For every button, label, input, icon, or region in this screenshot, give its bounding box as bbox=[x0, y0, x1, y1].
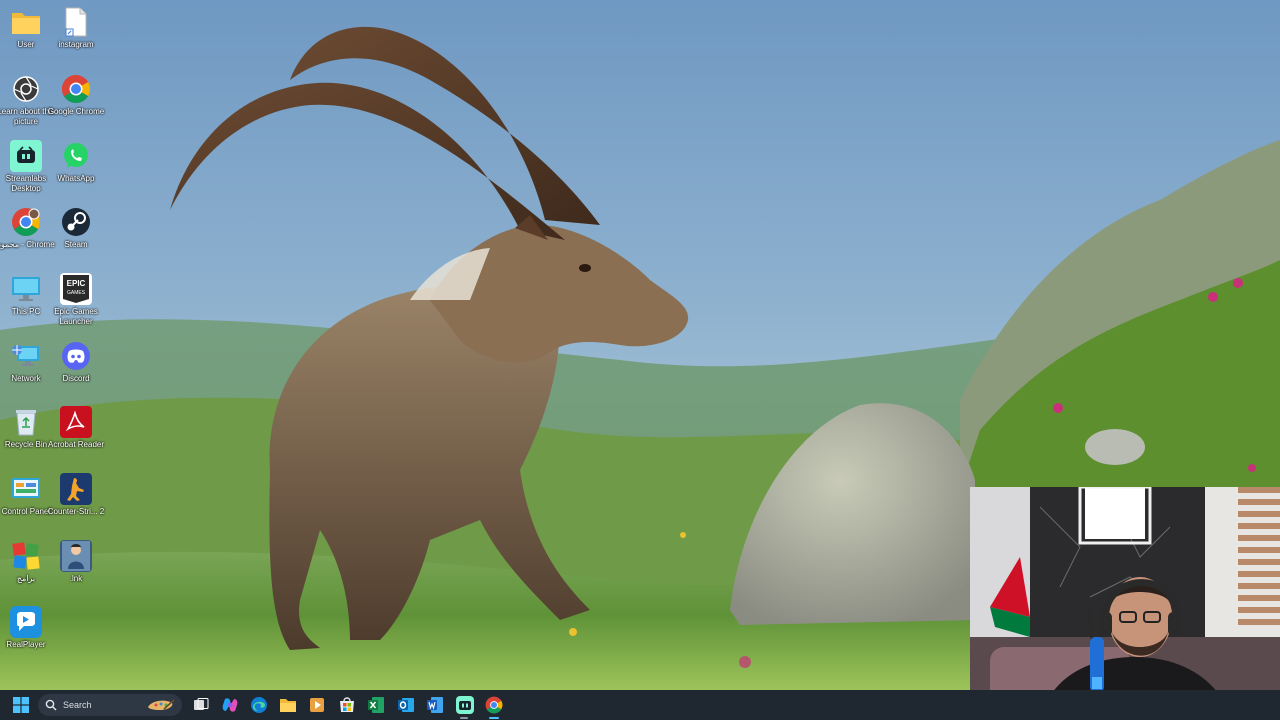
excel-button[interactable] bbox=[366, 695, 386, 715]
desktop-icon-instagram[interactable]: instagram bbox=[50, 6, 102, 50]
desktop-icon-recycle-bin[interactable]: Recycle Bin bbox=[0, 406, 52, 450]
desktop-icon-counter-strike[interactable]: Counter-Stri... 2 bbox=[48, 473, 104, 517]
monitor-icon bbox=[10, 273, 42, 305]
svg-text:GAMES: GAMES bbox=[67, 290, 86, 296]
copilot-icon bbox=[222, 698, 238, 712]
desktop-icon-steam[interactable]: Steam bbox=[50, 206, 102, 250]
outlook-icon bbox=[398, 698, 414, 712]
media-player-button[interactable] bbox=[307, 695, 327, 715]
streamlabs-icon bbox=[456, 696, 474, 714]
store-button[interactable] bbox=[337, 695, 357, 715]
desktop-icon-label: Acrobat Reader bbox=[47, 440, 105, 449]
word-icon bbox=[427, 697, 443, 713]
edge-button[interactable] bbox=[249, 695, 269, 715]
desktop-icon-label: Counter-Stri... 2 bbox=[47, 507, 105, 516]
outlook-button[interactable] bbox=[396, 695, 416, 715]
svg-text:EPIC: EPIC bbox=[67, 279, 86, 288]
whatsapp-icon bbox=[60, 140, 92, 172]
desktop-icon-whatsapp[interactable]: WhatsApp bbox=[50, 140, 102, 184]
desktop-icon-google-chrome[interactable]: Google Chrome bbox=[48, 73, 104, 117]
desktop-icon-control-panel[interactable]: Control Panel bbox=[0, 473, 52, 517]
control-panel-icon bbox=[10, 473, 42, 505]
acrobat-icon bbox=[60, 406, 92, 438]
network-icon bbox=[10, 340, 42, 372]
search-icon bbox=[45, 699, 57, 711]
desktop-icon-label: instagram bbox=[58, 40, 94, 49]
desktop-icon-chrome-profile[interactable]: محمود - Chrome bbox=[0, 206, 55, 250]
excel-icon bbox=[368, 697, 384, 713]
taskbar-search-box[interactable]: Search bbox=[38, 694, 182, 716]
steam-icon bbox=[60, 206, 92, 238]
streamlabs-icon bbox=[10, 140, 42, 172]
programs-folder-icon bbox=[10, 540, 42, 572]
desktop-icon-label: Epic Games Launcher bbox=[54, 307, 98, 326]
file-explorer-button[interactable] bbox=[278, 695, 298, 715]
desktop-icon-realplayer[interactable]: RealPlayer bbox=[0, 606, 52, 650]
desktop-icon-network[interactable]: Network bbox=[0, 340, 52, 384]
chrome-button[interactable] bbox=[484, 695, 504, 715]
desktop-icon-label: RealPlayer bbox=[6, 640, 46, 649]
discord-icon bbox=[60, 340, 92, 372]
recycle-bin-icon bbox=[10, 406, 42, 438]
copilot-button[interactable] bbox=[220, 695, 240, 715]
task-view-icon bbox=[194, 698, 209, 710]
task-view-button[interactable] bbox=[191, 695, 211, 715]
chrome-profile-icon bbox=[10, 206, 42, 238]
media-player-icon bbox=[310, 698, 324, 712]
camera-icon bbox=[10, 73, 42, 105]
desktop-icon-label: Google Chrome bbox=[47, 107, 105, 116]
search-placeholder: Search bbox=[63, 700, 92, 710]
streamlabs-running-indicator bbox=[460, 717, 468, 719]
desktop-icon-programs[interactable]: برامج bbox=[0, 540, 52, 584]
counter-strike-icon bbox=[60, 473, 92, 505]
streamlabs-button[interactable] bbox=[455, 695, 475, 715]
desktop-icon-streamlabs[interactable]: Streamlabs Desktop bbox=[0, 140, 52, 194]
store-icon bbox=[340, 697, 354, 712]
desktop-icon-learn-about-picture[interactable]: Learn about this picture bbox=[0, 73, 55, 127]
realplayer-icon bbox=[10, 606, 42, 638]
taskbar: Search bbox=[0, 690, 1280, 720]
desktop-icon-label: Steam bbox=[64, 240, 88, 249]
webcam-overlay bbox=[970, 487, 1280, 720]
desktop-icon-epic-games[interactable]: EPIC GAMES Epic Games Launcher bbox=[50, 273, 102, 327]
desktop-icon-label: WhatsApp bbox=[57, 174, 95, 183]
epic-games-icon: EPIC GAMES bbox=[60, 273, 92, 305]
desktop-icon-lnk[interactable]: .lnk bbox=[50, 540, 102, 584]
chrome-running-indicator bbox=[489, 717, 499, 719]
desktop-icon-label: .lnk bbox=[69, 574, 83, 583]
search-highlight-icon bbox=[148, 699, 175, 710]
desktop-icon-label: Discord bbox=[62, 374, 90, 383]
file-shortcut-icon bbox=[60, 6, 92, 38]
chrome-icon bbox=[60, 73, 92, 105]
chrome-icon bbox=[485, 696, 503, 714]
word-button[interactable] bbox=[425, 695, 445, 715]
desktop-icon-discord[interactable]: Discord bbox=[50, 340, 102, 384]
file-explorer-icon bbox=[280, 699, 296, 712]
lnk-shortcut-icon bbox=[60, 540, 92, 572]
edge-icon bbox=[251, 697, 267, 713]
folder-icon bbox=[10, 6, 42, 38]
desktop-icon-user[interactable]: User bbox=[0, 6, 52, 50]
windows-start-icon bbox=[13, 697, 29, 713]
desktop-icon-this-pc[interactable]: This PC bbox=[0, 273, 52, 317]
desktop-icon-acrobat[interactable]: Acrobat Reader bbox=[48, 406, 104, 450]
start-button[interactable] bbox=[11, 695, 31, 715]
